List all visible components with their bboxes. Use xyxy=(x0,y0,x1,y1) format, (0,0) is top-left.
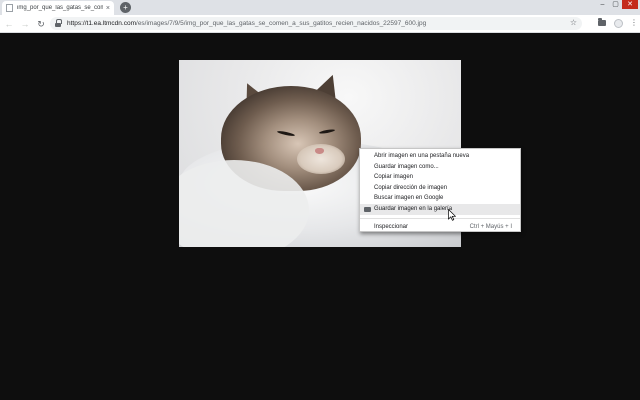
new-tab-button[interactable]: + xyxy=(120,2,131,13)
menu-item-copy-image[interactable]: Copiar imagen xyxy=(360,172,520,183)
page-icon xyxy=(6,4,13,12)
context-menu: Abrir imagen en una pestaña nueva Guarda… xyxy=(359,148,521,232)
reload-button[interactable]: ↻ xyxy=(34,17,48,31)
url-path: /es/images/7/9/5/img_por_que_las_gatas_s… xyxy=(136,20,427,27)
inspect-shortcut: Ctrl + Mayús + I xyxy=(469,223,512,230)
url-text[interactable]: https://t1.ea.ltmcdn.com/es/images/7/9/5… xyxy=(67,20,426,27)
profile-button[interactable] xyxy=(612,17,624,29)
menu-item-search-image-google[interactable]: Buscar imagen en Google xyxy=(360,193,520,204)
toolbar-actions: ⋮ xyxy=(592,17,640,29)
browser-window: img_por_que_las_gatas_se_come × + – ▢ ✕ … xyxy=(0,0,640,400)
kitten-nose xyxy=(315,148,324,154)
menu-button[interactable]: ⋮ xyxy=(628,17,640,29)
lock-icon[interactable] xyxy=(55,18,62,27)
star-icon[interactable]: ☆ xyxy=(570,18,577,27)
close-window-button[interactable]: ✕ xyxy=(622,0,638,9)
tab-strip: img_por_que_las_gatas_se_come × + – ▢ ✕ xyxy=(0,0,640,15)
avatar-icon xyxy=(613,18,623,28)
extension-button[interactable] xyxy=(596,17,608,29)
browser-toolbar: ← → ↻ https://t1.ea.ltmcdn.com/es/images… xyxy=(0,15,640,33)
menu-separator xyxy=(360,217,520,219)
menu-item-copy-image-address[interactable]: Copiar dirección de imagen xyxy=(360,183,520,194)
address-bar[interactable]: https://t1.ea.ltmcdn.com/es/images/7/9/5… xyxy=(50,17,582,30)
menu-item-save-to-gallery[interactable]: Guardar imagen en la galería xyxy=(360,203,520,215)
menu-item-open-image-new-tab[interactable]: Abrir imagen en una pestaña nueva xyxy=(360,151,520,162)
mouse-cursor-icon xyxy=(448,209,456,221)
menu-item-save-image-as[interactable]: Guardar imagen como... xyxy=(360,162,520,173)
minimize-button[interactable]: – xyxy=(596,0,609,9)
back-button[interactable]: ← xyxy=(2,17,16,31)
maximize-button[interactable]: ▢ xyxy=(609,0,622,9)
menu-item-inspect[interactable]: Inspeccionar Ctrl + Mayús + I xyxy=(360,222,520,233)
folder-icon xyxy=(598,18,606,26)
gallery-icon xyxy=(364,206,371,212)
close-icon[interactable]: × xyxy=(106,5,110,12)
tab-title: img_por_que_las_gatas_se_come xyxy=(17,5,103,11)
url-host: https://t1.ea.ltmcdn.com xyxy=(67,20,137,27)
window-controls: – ▢ ✕ xyxy=(596,0,638,10)
forward-button[interactable]: → xyxy=(18,17,32,31)
tab-active[interactable]: img_por_que_las_gatas_se_come × xyxy=(2,1,114,15)
kebab-menu-icon: ⋮ xyxy=(630,18,638,27)
